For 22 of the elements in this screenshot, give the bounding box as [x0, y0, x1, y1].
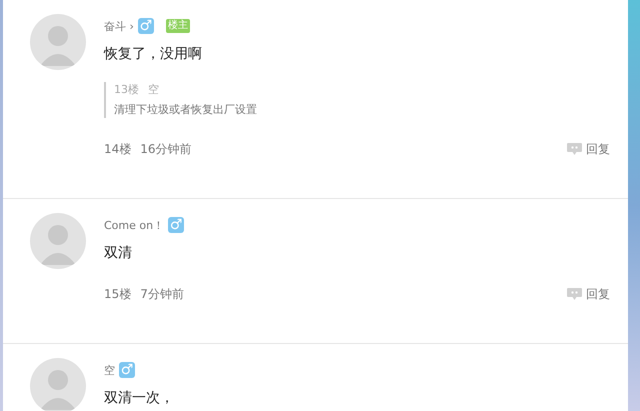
- comment-text: 双清一次，: [104, 389, 175, 408]
- reply-link[interactable]: 回复: [586, 286, 610, 302]
- gender-badge: ♂: [138, 18, 154, 34]
- op-badge: 楼主: [166, 19, 190, 33]
- floor-number: 15楼: [104, 286, 132, 302]
- quote-text: 清理下垃圾或者恢复出厂设置: [114, 102, 258, 118]
- post-time: 16分钟前: [140, 140, 192, 158]
- reply-link[interactable]: 回复: [586, 140, 610, 158]
- author-name[interactable]: 空: [104, 362, 115, 378]
- quote-author[interactable]: 空: [148, 82, 159, 98]
- avatar-photo-placeholder[interactable]: [30, 358, 86, 411]
- author-name[interactable]: Come on！: [104, 218, 164, 232]
- gender-badge: ♂: [168, 217, 184, 233]
- speech-bubble-icon[interactable]: [567, 288, 582, 300]
- author-name[interactable]: 奋斗 ›: [104, 18, 134, 34]
- post-time: 7分钟前: [140, 286, 184, 302]
- gender-badge: ♂: [119, 362, 135, 378]
- floor-number: 14楼: [104, 140, 132, 158]
- speech-bubble-icon[interactable]: [567, 142, 582, 156]
- comment-text: 恢复了，没用啊: [104, 45, 203, 64]
- comment-text: 双清: [104, 244, 133, 263]
- quote-floor: 13楼: [114, 82, 139, 98]
